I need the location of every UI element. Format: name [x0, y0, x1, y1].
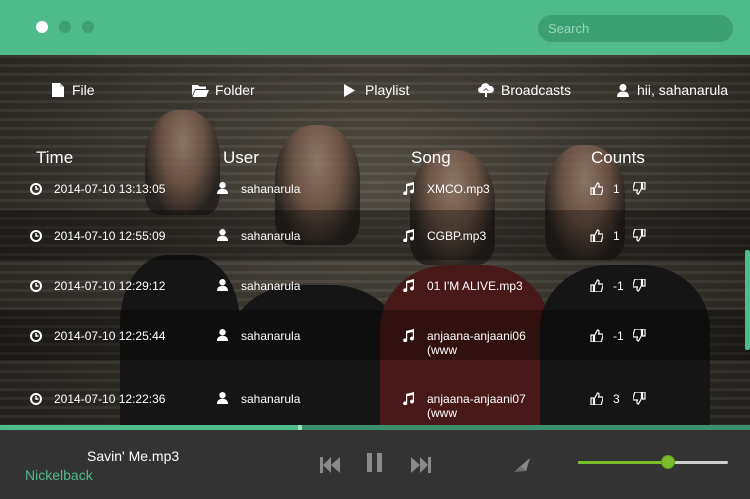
window-dot-maximize[interactable] [82, 21, 94, 33]
nav-file-label: File [72, 82, 95, 98]
music-note-icon [403, 182, 415, 195]
row-count: 1 [613, 229, 620, 243]
row-count: -1 [613, 329, 624, 343]
table-row[interactable]: 2014-07-10 12:22:36 sahanarula anjaana-a… [0, 373, 750, 423]
clock-icon [30, 183, 42, 195]
user-icon [217, 182, 228, 194]
thumbs-down-icon[interactable] [633, 329, 646, 342]
thumbs-down-icon[interactable] [633, 229, 646, 242]
row-time: 2014-07-10 12:55:09 [54, 229, 166, 243]
window-dot-close[interactable] [36, 21, 48, 33]
volume-slider-fill [578, 461, 668, 464]
column-header-time[interactable]: Time [36, 148, 73, 168]
column-header-song[interactable]: Song [411, 148, 451, 168]
thumbs-up-icon[interactable] [590, 329, 603, 342]
thumbs-down-icon[interactable] [633, 182, 646, 195]
row-user: sahanarula [241, 229, 301, 243]
row-user: sahanarula [241, 279, 301, 293]
pause-button[interactable] [367, 453, 383, 472]
clock-icon [30, 393, 42, 405]
music-note-icon [403, 279, 415, 292]
previous-track-button[interactable] [320, 457, 340, 473]
row-song: anjaana-anjaani07(www [427, 392, 526, 420]
nav-playlist-label: Playlist [365, 82, 410, 98]
nav-user-label: hii, sahanarula [637, 82, 729, 98]
user-icon [217, 279, 228, 291]
nav-folder[interactable]: Folder [192, 80, 255, 100]
user-icon [617, 83, 629, 97]
table-row[interactable]: 2014-07-10 12:55:09 sahanarula CGBP.mp3 … [0, 210, 750, 260]
nav-file[interactable]: File [52, 80, 95, 100]
row-time: 2014-07-10 12:29:12 [54, 279, 166, 293]
music-note-icon [403, 229, 415, 242]
row-song: 01 I'M ALIVE.mp3 [427, 279, 523, 293]
table-row[interactable]: 2014-07-10 12:25:44 sahanarula anjaana-a… [0, 310, 750, 360]
thumbs-up-icon[interactable] [590, 279, 603, 292]
column-header-user[interactable]: User [223, 148, 259, 168]
column-header-counts[interactable]: Counts [591, 148, 645, 168]
user-icon [217, 329, 228, 341]
now-playing-artist[interactable]: Nickelback [25, 467, 93, 483]
user-icon [217, 229, 228, 241]
row-count: 3 [613, 392, 620, 406]
window-dot-minimize[interactable] [59, 21, 71, 33]
thumbs-up-icon[interactable] [590, 182, 603, 195]
user-icon [217, 392, 228, 404]
volume-slider[interactable] [578, 455, 728, 469]
row-user: sahanarula [241, 182, 301, 196]
next-track-button[interactable] [411, 457, 431, 473]
thumbs-down-icon[interactable] [633, 279, 646, 292]
row-song: CGBP.mp3 [427, 229, 487, 243]
nav-broadcasts[interactable]: Broadcasts [478, 80, 571, 100]
history-table-body: 2014-07-10 13:13:05 sahanarula XMCO.mp3 … [0, 177, 750, 425]
thumbs-up-icon[interactable] [590, 229, 603, 242]
row-song: anjaana-anjaani06(www [427, 329, 526, 357]
table-row[interactable]: 2014-07-10 12:29:12 sahanarula 01 I'M AL… [0, 260, 750, 310]
now-playing-title: Savin' Me.mp3 [87, 448, 180, 464]
music-player-app: File Folder Playlist Broadcasts hii, sah… [0, 0, 750, 499]
search-input[interactable] [538, 15, 733, 42]
row-time: 2014-07-10 12:25:44 [54, 329, 166, 343]
row-time: 2014-07-10 13:13:05 [54, 182, 166, 196]
row-time: 2014-07-10 12:22:36 [54, 392, 166, 406]
file-icon [52, 83, 64, 97]
row-user: sahanarula [241, 329, 301, 343]
music-note-icon [403, 329, 415, 342]
play-icon [344, 83, 355, 97]
clock-icon [30, 280, 42, 292]
title-bar [0, 0, 750, 55]
table-scrollbar[interactable] [745, 250, 750, 350]
nav-user[interactable]: hii, sahanarula [617, 80, 728, 100]
thumbs-up-icon[interactable] [590, 392, 603, 405]
clock-icon [30, 230, 42, 242]
row-song: XMCO.mp3 [427, 182, 490, 196]
nav-folder-label: Folder [215, 82, 255, 98]
cloud-upload-icon [478, 83, 494, 97]
row-count: -1 [613, 279, 624, 293]
thumbs-down-icon[interactable] [633, 392, 646, 405]
row-user: sahanarula [241, 392, 301, 406]
music-note-icon [403, 392, 415, 405]
row-count: 1 [613, 182, 620, 196]
table-row[interactable]: 2014-07-10 13:13:05 sahanarula XMCO.mp3 … [0, 177, 750, 210]
nav-playlist[interactable]: Playlist [344, 80, 409, 100]
clock-icon [30, 330, 42, 342]
nav-broadcasts-label: Broadcasts [501, 82, 572, 98]
folder-open-icon [192, 84, 209, 97]
volume-slider-knob[interactable] [661, 455, 675, 469]
share-send-icon[interactable] [514, 458, 530, 472]
